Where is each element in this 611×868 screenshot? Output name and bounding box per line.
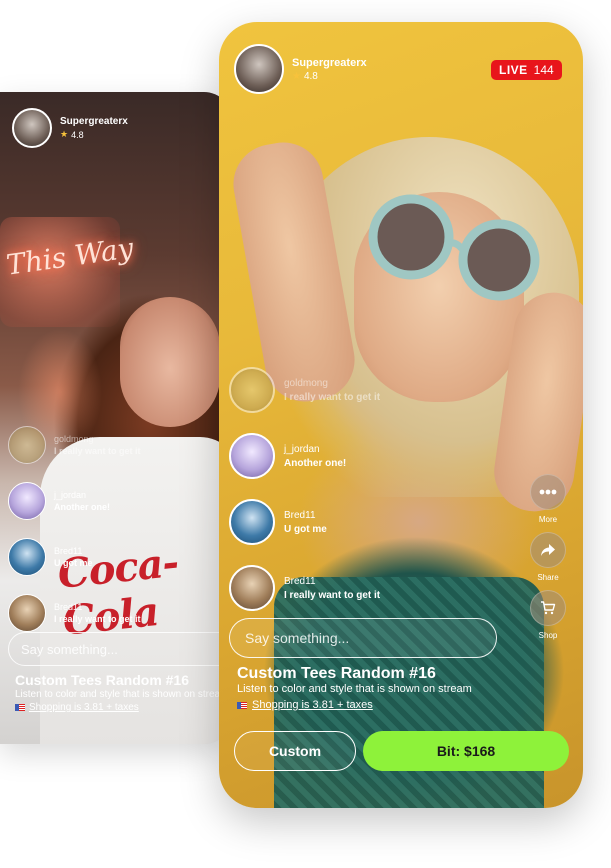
product-title: Custom Tees Random #16	[237, 665, 436, 682]
host-rating: ★ 4.8	[60, 129, 128, 140]
commenter-name: Bred11	[54, 602, 83, 612]
host-header[interactable]: Supergreaterx ★ 4.8	[12, 108, 128, 148]
commenter-name: j_jordan	[284, 443, 320, 455]
host-avatar[interactable]	[12, 108, 52, 148]
shipping-info[interactable]: Shopping is 3.81 + taxes	[15, 702, 139, 713]
sunglasses-graphic	[368, 194, 540, 301]
commenter-avatar[interactable]	[229, 367, 275, 413]
shipping-text: Shopping is 3.81 + taxes	[29, 702, 139, 713]
action-share[interactable]: Share	[530, 532, 566, 582]
commenter-name: Bred11	[54, 546, 83, 556]
cart-icon[interactable]	[530, 590, 566, 626]
back-phone-screen: This Way Coca-Cola Supergreaterx ★ 4.8 g…	[0, 92, 232, 744]
shipping-text: Shopping is 3.81 + taxes	[252, 699, 373, 711]
comment-text: I really want to get it	[284, 589, 381, 601]
action-label: Shop	[538, 631, 558, 640]
commenter-avatar[interactable]	[8, 482, 46, 520]
commenter-name: Bred11	[284, 509, 316, 521]
action-shop[interactable]: Shop	[530, 590, 566, 640]
action-label: Share	[537, 573, 559, 582]
commenter-name: j_jordan	[54, 490, 87, 500]
us-flag-icon	[15, 704, 25, 711]
comment-item: j_jordan Another one!	[8, 473, 141, 529]
streamer-face	[120, 297, 220, 427]
comment-item: Bred11 U got me	[8, 529, 141, 585]
comment-text: Another one!	[54, 502, 110, 512]
action-more[interactable]: More	[530, 474, 566, 524]
commenter-name: goldmong	[284, 377, 328, 389]
commenter-avatar[interactable]	[229, 565, 275, 611]
comment-text: U got me	[284, 523, 327, 535]
comment-feed: goldmong I really want to get it j_jorda…	[229, 357, 380, 621]
product-description: Listen to color and style that is shown …	[237, 683, 472, 695]
live-badge: LIVE 144	[491, 60, 562, 80]
shipping-info[interactable]: Shopping is 3.81 + taxes	[237, 699, 373, 711]
app-showcase: This Way Coca-Cola Supergreaterx ★ 4.8 g…	[0, 0, 611, 868]
viewer-count: 144	[533, 63, 554, 77]
comment-text: I really want to get it	[284, 391, 381, 403]
custom-button[interactable]: Custom	[234, 731, 356, 771]
product-description: Listen to color and style that is shown …	[15, 689, 229, 700]
commenter-avatar[interactable]	[229, 433, 275, 479]
star-icon: ★	[60, 129, 69, 139]
more-icon[interactable]	[530, 474, 566, 510]
host-name: Supergreaterx	[60, 116, 128, 127]
host-name: Supergreaterx	[292, 56, 367, 69]
host-header[interactable]: Supergreaterx ★ 4.8	[234, 44, 367, 94]
comment-text: U got me	[54, 558, 93, 568]
commenter-avatar[interactable]	[229, 499, 275, 545]
commenter-name: goldmong	[54, 434, 94, 444]
comment-item: goldmong I really want to get it	[8, 417, 141, 473]
live-label: LIVE	[499, 63, 528, 77]
rating-value: 4.8	[303, 70, 318, 82]
commenter-avatar[interactable]	[8, 426, 46, 464]
comment-input[interactable]: Say something...	[8, 632, 232, 666]
us-flag-icon	[237, 701, 247, 709]
product-title: Custom Tees Random #16	[15, 672, 190, 688]
commenter-avatar[interactable]	[8, 538, 46, 576]
comment-item: Bred11 I really want to get it	[229, 555, 380, 621]
commenter-avatar[interactable]	[8, 594, 46, 632]
rating-value: 4.8	[71, 129, 84, 140]
comment-text: Another one!	[284, 457, 347, 469]
comment-text: I really want to get it	[54, 446, 141, 456]
comment-item: Bred11 U got me	[229, 489, 380, 555]
comment-item: goldmong I really want to get it	[229, 357, 380, 423]
side-actions: More Share Shop	[530, 474, 566, 648]
share-icon[interactable]	[530, 532, 566, 568]
host-avatar[interactable]	[234, 44, 284, 94]
action-label: More	[538, 515, 558, 524]
host-rating: ★ 4.8	[292, 71, 367, 82]
comment-item: j_jordan Another one!	[229, 423, 380, 489]
commenter-name: Bred11	[284, 575, 316, 587]
star-icon: ★	[292, 70, 301, 82]
front-phone-screen: Supergreaterx ★ 4.8 LIVE 144 goldmong I …	[219, 22, 583, 808]
comment-input[interactable]: Say something...	[229, 618, 497, 658]
bid-button[interactable]: Bit: $168	[363, 731, 569, 771]
comment-feed: goldmong I really want to get it j_jorda…	[8, 417, 141, 641]
comment-text: I really want to get it	[54, 614, 141, 624]
